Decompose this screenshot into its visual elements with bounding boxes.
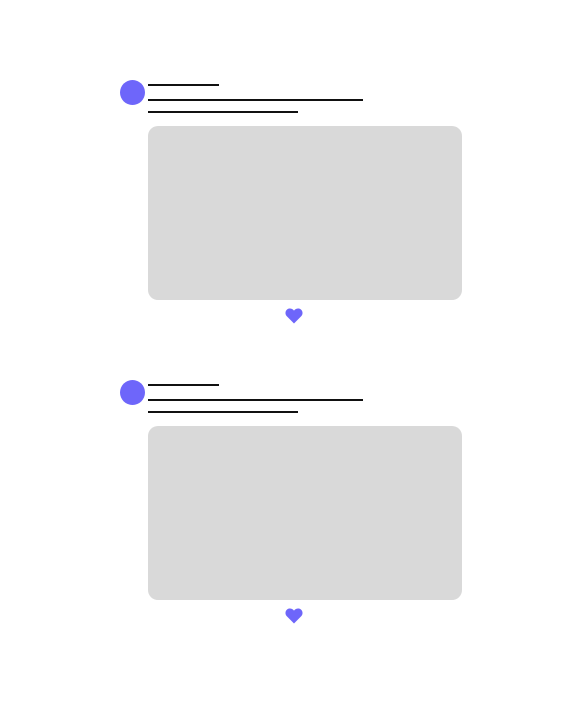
post-image-placeholder[interactable]	[148, 126, 462, 300]
author-name-placeholder	[148, 84, 219, 86]
heart-icon[interactable]	[285, 308, 303, 326]
avatar[interactable]	[120, 80, 145, 105]
heart-icon[interactable]	[285, 608, 303, 626]
avatar[interactable]	[120, 380, 145, 405]
post-text-line-placeholder	[148, 111, 298, 113]
post-text-line-placeholder	[148, 399, 363, 401]
post-image-placeholder[interactable]	[148, 426, 462, 600]
post-card	[0, 80, 582, 340]
post-card	[0, 380, 582, 640]
post-text-line-placeholder	[148, 411, 298, 413]
post-text-line-placeholder	[148, 99, 363, 101]
author-name-placeholder	[148, 384, 219, 386]
